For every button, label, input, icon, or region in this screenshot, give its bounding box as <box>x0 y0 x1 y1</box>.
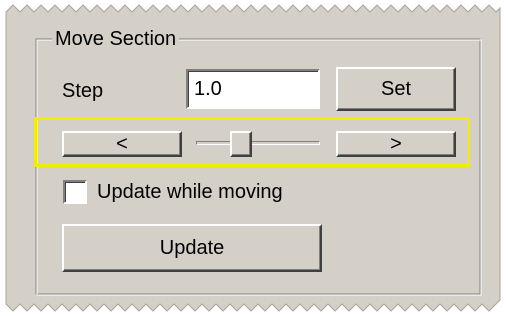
update-while-moving-label: Update while moving <box>97 181 283 203</box>
update-while-moving-checkbox[interactable] <box>63 180 87 204</box>
move-section-title: Move Section <box>52 26 180 52</box>
set-button[interactable]: Set <box>336 67 456 111</box>
prev-button[interactable]: < <box>62 131 182 157</box>
next-button[interactable]: > <box>336 131 456 157</box>
slider-thumb[interactable] <box>230 131 252 157</box>
step-label: Step <box>62 80 104 102</box>
slider-track <box>196 141 320 145</box>
step-input[interactable] <box>186 69 320 109</box>
update-button[interactable]: Update <box>62 224 322 272</box>
